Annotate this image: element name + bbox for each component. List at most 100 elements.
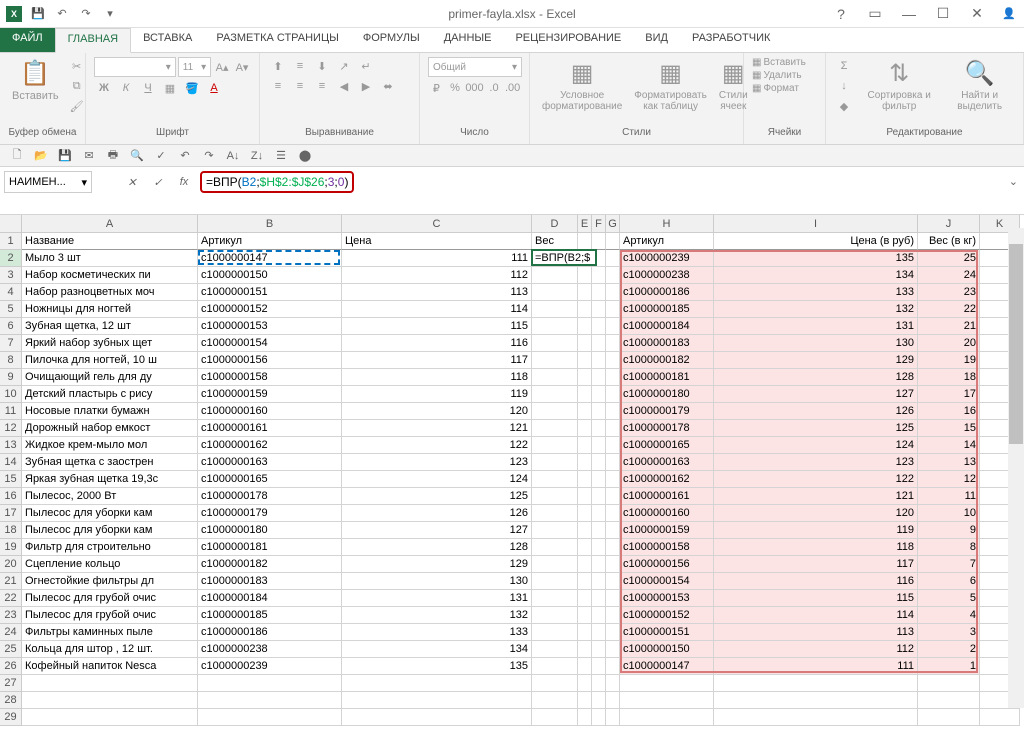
cell-F25[interactable] [592, 641, 606, 658]
increase-indent-icon[interactable]: ▶ [356, 77, 376, 95]
row-header-3[interactable]: 3 [0, 267, 22, 284]
cell-I21[interactable]: 116 [714, 573, 918, 590]
cell-E29[interactable] [578, 709, 592, 726]
cell-G13[interactable] [606, 437, 620, 454]
cell-I5[interactable]: 132 [714, 301, 918, 318]
cell-I29[interactable] [714, 709, 918, 726]
cell-C23[interactable]: 132 [342, 607, 532, 624]
cell-J16[interactable]: 11 [918, 488, 980, 505]
cell-C1[interactable]: Цена [342, 233, 532, 250]
cell-G12[interactable] [606, 420, 620, 437]
cell-A12[interactable]: Дорожный набор емкост [22, 420, 198, 437]
cell-I2[interactable]: 135 [714, 250, 918, 267]
cell-A29[interactable] [22, 709, 198, 726]
cell-G22[interactable] [606, 590, 620, 607]
cell-C25[interactable]: 134 [342, 641, 532, 658]
cell-H15[interactable]: c1000000162 [620, 471, 714, 488]
tab-разметка страницы[interactable]: РАЗМЕТКА СТРАНИЦЫ [204, 28, 350, 52]
format-as-table-button[interactable]: ▦Форматировать как таблицу [630, 57, 711, 125]
cell-D22[interactable] [532, 590, 578, 607]
cell-C7[interactable]: 116 [342, 335, 532, 352]
cell-J24[interactable]: 3 [918, 624, 980, 641]
row-header-18[interactable]: 18 [0, 522, 22, 539]
cell-C29[interactable] [342, 709, 532, 726]
cell-B29[interactable] [198, 709, 342, 726]
cell-E18[interactable] [578, 522, 592, 539]
cell-H10[interactable]: c1000000180 [620, 386, 714, 403]
cell-E21[interactable] [578, 573, 592, 590]
cell-G24[interactable] [606, 624, 620, 641]
cell-I18[interactable]: 119 [714, 522, 918, 539]
tab-разработчик[interactable]: РАЗРАБОТЧИК [680, 28, 782, 52]
cell-F27[interactable] [592, 675, 606, 692]
cell-C15[interactable]: 124 [342, 471, 532, 488]
cell-D6[interactable] [532, 318, 578, 335]
cell-I4[interactable]: 133 [714, 284, 918, 301]
cell-H25[interactable]: c1000000150 [620, 641, 714, 658]
cell-F14[interactable] [592, 454, 606, 471]
cell-H18[interactable]: c1000000159 [620, 522, 714, 539]
cell-C20[interactable]: 129 [342, 556, 532, 573]
qat-save-icon[interactable]: 💾 [28, 4, 48, 24]
cell-A1[interactable]: Название [22, 233, 198, 250]
row-header-13[interactable]: 13 [0, 437, 22, 454]
row-header-28[interactable]: 28 [0, 692, 22, 709]
fx-button[interactable]: fx [172, 171, 196, 193]
cell-H8[interactable]: c1000000182 [620, 352, 714, 369]
increase-decimal-icon[interactable]: .0 [486, 79, 503, 97]
cell-J29[interactable] [918, 709, 980, 726]
align-left-icon[interactable]: ≡ [268, 77, 288, 95]
cell-J14[interactable]: 13 [918, 454, 980, 471]
cell-I26[interactable]: 111 [714, 658, 918, 675]
cell-C28[interactable] [342, 692, 532, 709]
qat-new-icon[interactable]: 🗋 [8, 147, 26, 165]
cell-G27[interactable] [606, 675, 620, 692]
qat-record-icon[interactable]: ⬤ [296, 147, 314, 165]
copy-icon[interactable]: ⧉ [67, 77, 87, 95]
format-painter-icon[interactable]: 🖌 [67, 97, 87, 115]
cell-A10[interactable]: Детский пластырь с рису [22, 386, 198, 403]
cell-F20[interactable] [592, 556, 606, 573]
cell-D27[interactable] [532, 675, 578, 692]
cell-G23[interactable] [606, 607, 620, 624]
qat-touch-icon[interactable]: ☰ [272, 147, 290, 165]
font-color-icon[interactable]: A [204, 79, 224, 97]
cell-I7[interactable]: 130 [714, 335, 918, 352]
cell-C8[interactable]: 117 [342, 352, 532, 369]
cell-E23[interactable] [578, 607, 592, 624]
cell-J10[interactable]: 17 [918, 386, 980, 403]
cell-F3[interactable] [592, 267, 606, 284]
cell-G21[interactable] [606, 573, 620, 590]
cell-G6[interactable] [606, 318, 620, 335]
col-header-H[interactable]: H [620, 215, 714, 233]
row-header-6[interactable]: 6 [0, 318, 22, 335]
cell-J23[interactable]: 4 [918, 607, 980, 624]
cell-J12[interactable]: 15 [918, 420, 980, 437]
cell-H2[interactable]: c1000000239 [620, 250, 714, 267]
cell-I22[interactable]: 115 [714, 590, 918, 607]
cell-G15[interactable] [606, 471, 620, 488]
cell-E16[interactable] [578, 488, 592, 505]
italic-icon[interactable]: К [116, 79, 136, 97]
scrollbar-thumb[interactable] [1009, 244, 1023, 444]
select-all-corner[interactable] [0, 215, 22, 233]
border-icon[interactable]: ▦ [160, 79, 180, 97]
cell-G19[interactable] [606, 539, 620, 556]
cell-D28[interactable] [532, 692, 578, 709]
cell-H5[interactable]: c1000000185 [620, 301, 714, 318]
cell-G26[interactable] [606, 658, 620, 675]
cell-H22[interactable]: c1000000153 [620, 590, 714, 607]
row-header-20[interactable]: 20 [0, 556, 22, 573]
cell-C3[interactable]: 112 [342, 267, 532, 284]
cell-J13[interactable]: 14 [918, 437, 980, 454]
cell-F5[interactable] [592, 301, 606, 318]
cell-I3[interactable]: 134 [714, 267, 918, 284]
cell-I14[interactable]: 123 [714, 454, 918, 471]
autosum-icon[interactable]: Σ [834, 57, 854, 75]
row-header-25[interactable]: 25 [0, 641, 22, 658]
cell-A28[interactable] [22, 692, 198, 709]
row-header-9[interactable]: 9 [0, 369, 22, 386]
cell-E20[interactable] [578, 556, 592, 573]
percent-icon[interactable]: % [447, 79, 464, 97]
cell-A18[interactable]: Пылесос для уборки кам [22, 522, 198, 539]
